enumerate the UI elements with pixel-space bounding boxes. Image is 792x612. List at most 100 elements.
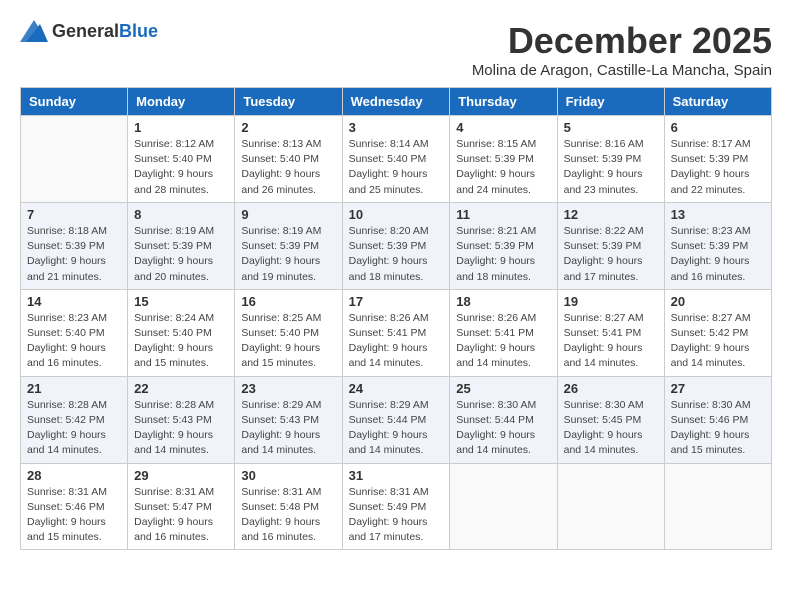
day-number: 25 [456,381,550,396]
table-row: 12 Sunrise: 8:22 AM Sunset: 5:39 PM Dayl… [557,202,664,289]
day-info: Sunrise: 8:14 AM Sunset: 5:40 PM Dayligh… [349,137,444,198]
sunset-time: Sunset: 5:46 PM [671,414,749,426]
day-number: 24 [349,381,444,396]
daylight-hours: Daylight: 9 hours and 25 minutes. [349,168,428,195]
day-number: 23 [241,381,335,396]
sunset-time: Sunset: 5:40 PM [349,153,427,165]
day-number: 19 [564,294,658,309]
day-info: Sunrise: 8:23 AM Sunset: 5:40 PM Dayligh… [27,311,121,372]
day-info: Sunrise: 8:19 AM Sunset: 5:39 PM Dayligh… [134,224,228,285]
table-row: 4 Sunrise: 8:15 AM Sunset: 5:39 PM Dayli… [450,116,557,203]
sunset-time: Sunset: 5:43 PM [134,414,212,426]
table-row: 5 Sunrise: 8:16 AM Sunset: 5:39 PM Dayli… [557,116,664,203]
day-number: 20 [671,294,765,309]
sunset-time: Sunset: 5:44 PM [349,414,427,426]
sunset-time: Sunset: 5:42 PM [27,414,105,426]
location-title: Molina de Aragon, Castille-La Mancha, Sp… [472,62,772,79]
day-info: Sunrise: 8:25 AM Sunset: 5:40 PM Dayligh… [241,311,335,372]
day-info: Sunrise: 8:29 AM Sunset: 5:43 PM Dayligh… [241,398,335,459]
sunset-time: Sunset: 5:45 PM [564,414,642,426]
day-info: Sunrise: 8:30 AM Sunset: 5:45 PM Dayligh… [564,398,658,459]
daylight-hours: Daylight: 9 hours and 14 minutes. [456,342,535,369]
day-info: Sunrise: 8:28 AM Sunset: 5:42 PM Dayligh… [27,398,121,459]
day-number: 30 [241,468,335,483]
sunrise-time: Sunrise: 8:30 AM [456,399,536,411]
sunrise-time: Sunrise: 8:21 AM [456,225,536,237]
daylight-hours: Daylight: 9 hours and 20 minutes. [134,255,213,282]
sunrise-time: Sunrise: 8:19 AM [241,225,321,237]
day-number: 27 [671,381,765,396]
table-row: 29 Sunrise: 8:31 AM Sunset: 5:47 PM Dayl… [128,463,235,550]
sunrise-time: Sunrise: 8:28 AM [134,399,214,411]
sunrise-time: Sunrise: 8:31 AM [349,486,429,498]
sunrise-time: Sunrise: 8:24 AM [134,312,214,324]
sunset-time: Sunset: 5:39 PM [349,240,427,252]
sunrise-time: Sunrise: 8:30 AM [671,399,751,411]
sunrise-time: Sunrise: 8:20 AM [349,225,429,237]
table-row: 30 Sunrise: 8:31 AM Sunset: 5:48 PM Dayl… [235,463,342,550]
table-row: 16 Sunrise: 8:25 AM Sunset: 5:40 PM Dayl… [235,289,342,376]
table-row: 21 Sunrise: 8:28 AM Sunset: 5:42 PM Dayl… [21,376,128,463]
day-info: Sunrise: 8:16 AM Sunset: 5:39 PM Dayligh… [564,137,658,198]
sunset-time: Sunset: 5:40 PM [27,327,105,339]
table-row: 28 Sunrise: 8:31 AM Sunset: 5:46 PM Dayl… [21,463,128,550]
daylight-hours: Daylight: 9 hours and 17 minutes. [564,255,643,282]
day-info: Sunrise: 8:13 AM Sunset: 5:40 PM Dayligh… [241,137,335,198]
day-info: Sunrise: 8:31 AM Sunset: 5:48 PM Dayligh… [241,485,335,546]
sunrise-time: Sunrise: 8:31 AM [134,486,214,498]
day-number: 6 [671,120,765,135]
daylight-hours: Daylight: 9 hours and 18 minutes. [456,255,535,282]
daylight-hours: Daylight: 9 hours and 15 minutes. [241,342,320,369]
table-row [557,463,664,550]
table-row: 7 Sunrise: 8:18 AM Sunset: 5:39 PM Dayli… [21,202,128,289]
col-sunday: Sunday [21,88,128,116]
sunrise-time: Sunrise: 8:26 AM [349,312,429,324]
day-number: 2 [241,120,335,135]
table-row: 19 Sunrise: 8:27 AM Sunset: 5:41 PM Dayl… [557,289,664,376]
sunrise-time: Sunrise: 8:28 AM [27,399,107,411]
col-saturday: Saturday [664,88,771,116]
day-number: 21 [27,381,121,396]
sunrise-time: Sunrise: 8:16 AM [564,138,644,150]
sunrise-time: Sunrise: 8:27 AM [564,312,644,324]
header-row: Sunday Monday Tuesday Wednesday Thursday… [21,88,772,116]
sunset-time: Sunset: 5:42 PM [671,327,749,339]
day-number: 16 [241,294,335,309]
sunset-time: Sunset: 5:48 PM [241,501,319,513]
sunset-time: Sunset: 5:39 PM [564,153,642,165]
day-info: Sunrise: 8:30 AM Sunset: 5:46 PM Dayligh… [671,398,765,459]
sunrise-time: Sunrise: 8:29 AM [349,399,429,411]
table-row: 23 Sunrise: 8:29 AM Sunset: 5:43 PM Dayl… [235,376,342,463]
table-row: 27 Sunrise: 8:30 AM Sunset: 5:46 PM Dayl… [664,376,771,463]
day-info: Sunrise: 8:31 AM Sunset: 5:49 PM Dayligh… [349,485,444,546]
sunset-time: Sunset: 5:41 PM [456,327,534,339]
day-number: 14 [27,294,121,309]
col-tuesday: Tuesday [235,88,342,116]
daylight-hours: Daylight: 9 hours and 14 minutes. [456,429,535,456]
sunrise-time: Sunrise: 8:22 AM [564,225,644,237]
day-number: 17 [349,294,444,309]
day-info: Sunrise: 8:23 AM Sunset: 5:39 PM Dayligh… [671,224,765,285]
day-number: 11 [456,207,550,222]
sunrise-time: Sunrise: 8:19 AM [134,225,214,237]
daylight-hours: Daylight: 9 hours and 14 minutes. [349,342,428,369]
table-row: 6 Sunrise: 8:17 AM Sunset: 5:39 PM Dayli… [664,116,771,203]
daylight-hours: Daylight: 9 hours and 14 minutes. [671,342,750,369]
sunset-time: Sunset: 5:39 PM [241,240,319,252]
day-info: Sunrise: 8:22 AM Sunset: 5:39 PM Dayligh… [564,224,658,285]
sunrise-time: Sunrise: 8:25 AM [241,312,321,324]
sunrise-time: Sunrise: 8:29 AM [241,399,321,411]
daylight-hours: Daylight: 9 hours and 16 minutes. [27,342,106,369]
day-number: 26 [564,381,658,396]
table-row: 31 Sunrise: 8:31 AM Sunset: 5:49 PM Dayl… [342,463,450,550]
sunrise-time: Sunrise: 8:23 AM [27,312,107,324]
page-container: GeneralBlue December 2025 Molina de Arag… [20,20,772,550]
day-info: Sunrise: 8:18 AM Sunset: 5:39 PM Dayligh… [27,224,121,285]
day-number: 9 [241,207,335,222]
day-info: Sunrise: 8:28 AM Sunset: 5:43 PM Dayligh… [134,398,228,459]
table-row: 24 Sunrise: 8:29 AM Sunset: 5:44 PM Dayl… [342,376,450,463]
daylight-hours: Daylight: 9 hours and 26 minutes. [241,168,320,195]
logo-icon [20,20,48,42]
day-info: Sunrise: 8:20 AM Sunset: 5:39 PM Dayligh… [349,224,444,285]
table-row [664,463,771,550]
